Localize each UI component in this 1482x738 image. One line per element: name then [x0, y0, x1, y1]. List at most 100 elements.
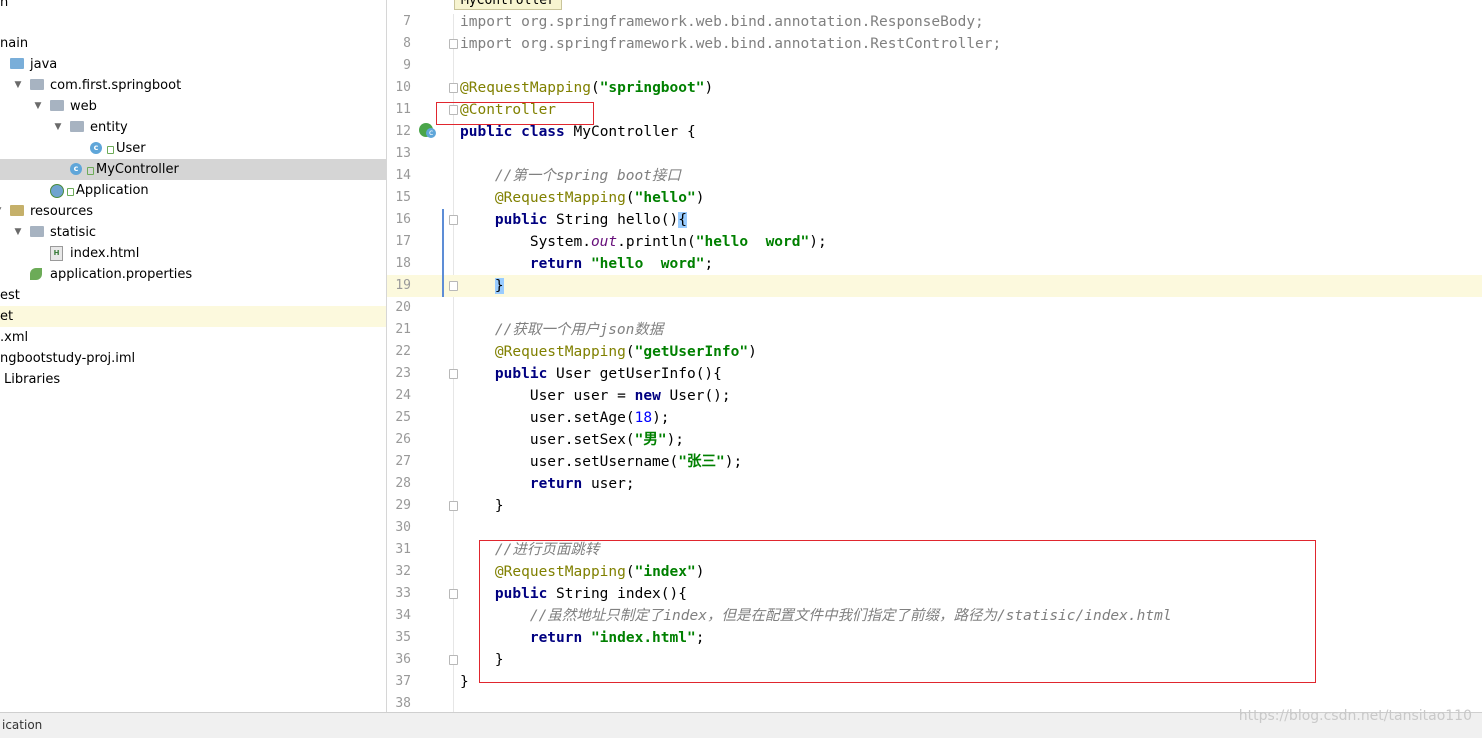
fold-marker-icon[interactable]: [449, 589, 458, 599]
watermark: https://blog.csdn.net/tansitao110: [1238, 708, 1472, 724]
tree-item-label: nain: [0, 36, 29, 51]
code-text: public String hello(){: [494, 212, 687, 228]
line-number: 11: [395, 102, 411, 117]
code-line[interactable]: 28 return user;: [387, 473, 1482, 495]
fold-marker-icon[interactable]: [449, 39, 458, 49]
fold-marker-icon[interactable]: [449, 501, 458, 511]
controller-annotation-highlight: [436, 102, 594, 125]
class-icon: c: [70, 163, 82, 175]
code-text: System.out.println("hello word");: [460, 234, 827, 250]
line-number: 24: [395, 388, 411, 403]
code-text: @RequestMapping("getUserInfo"): [494, 344, 757, 360]
code-line[interactable]: 17 System.out.println("hello word");: [387, 231, 1482, 253]
code-line[interactable]: 23 public User getUserInfo(){: [387, 363, 1482, 385]
expand-arrow-icon[interactable]: ▼: [12, 222, 24, 243]
expand-arrow-icon[interactable]: ▼: [52, 117, 64, 138]
tree-item-java[interactable]: java: [0, 54, 386, 75]
line-number: 34: [395, 608, 411, 623]
fold-marker-icon[interactable]: [449, 655, 458, 665]
line-number: 14: [395, 168, 411, 183]
line-number: 9: [403, 58, 411, 73]
source-folder-icon: [10, 58, 24, 69]
code-line[interactable]: 24 User user = new User();: [387, 385, 1482, 407]
line-number: 30: [395, 520, 411, 535]
fold-marker-icon[interactable]: [449, 281, 458, 291]
tree-item-libraries[interactable]: Libraries: [0, 369, 386, 390]
tree-item-label: MyController: [96, 162, 179, 177]
tree-item-mycontroller[interactable]: c MyController: [0, 159, 386, 180]
editor-tab-label[interactable]: MyController: [454, 0, 562, 10]
fold-marker-icon[interactable]: [449, 369, 458, 379]
code-line[interactable]: 9: [387, 55, 1482, 77]
tree-item-web[interactable]: ▼ web: [0, 96, 386, 117]
code-line[interactable]: 29 }: [387, 495, 1482, 517]
expand-arrow-icon[interactable]: ▼: [12, 75, 24, 96]
code-text: //获取一个用户json数据: [494, 322, 664, 338]
line-number: 10: [395, 80, 411, 95]
fold-marker-icon[interactable]: [449, 83, 458, 93]
tree-item-n[interactable]: n: [0, 0, 386, 13]
code-text: return "hello word";: [529, 256, 714, 272]
code-line[interactable]: 13: [387, 143, 1482, 165]
tree-item-label: Libraries: [4, 372, 61, 387]
line-number: 17: [395, 234, 411, 249]
code-line[interactable]: 19 }: [387, 275, 1482, 297]
tree-item-entity[interactable]: ▼ entity: [0, 117, 386, 138]
code-line[interactable]: 10 @RequestMapping("springboot"): [387, 77, 1482, 99]
tree-item-application[interactable]: Application: [0, 180, 386, 201]
code-text: @RequestMapping("springboot"): [460, 80, 714, 96]
code-line[interactable]: 20: [387, 297, 1482, 319]
code-line[interactable]: 27 user.setUsername("张三");: [387, 451, 1482, 473]
code-line[interactable]: 16 public String hello(){: [387, 209, 1482, 231]
expand-arrow-icon[interactable]: ▼: [0, 201, 4, 222]
line-number: 13: [395, 146, 411, 161]
line-number: 25: [395, 410, 411, 425]
code-line[interactable]: 30: [387, 517, 1482, 539]
resources-folder-icon: [10, 205, 24, 216]
code-line[interactable]: 15 @RequestMapping("hello"): [387, 187, 1482, 209]
status-text: ication: [2, 718, 43, 732]
tree-item-ngbootstudy-proj-iml[interactable]: ngbootstudy-proj.iml: [0, 348, 386, 369]
line-number: 8: [403, 36, 411, 51]
tree-item-label: com.first.springboot: [50, 78, 182, 93]
folder-icon: [30, 226, 44, 237]
tree-item-resources[interactable]: ▼ resources: [0, 201, 386, 222]
index-method-highlight: [479, 540, 1316, 683]
tree-item-et[interactable]: et: [0, 306, 386, 327]
tree-item-statisic[interactable]: ▼ statisic: [0, 222, 386, 243]
tree-item-com-first-springboot[interactable]: ▼ com.first.springboot: [0, 75, 386, 96]
line-number: 19: [395, 278, 411, 293]
code-text: import org.springframework.web.bind.anno…: [460, 36, 1002, 52]
tree-item-application-properties[interactable]: application.properties: [0, 264, 386, 285]
expand-arrow-icon[interactable]: ▼: [32, 96, 44, 117]
code-editor[interactable]: 7 import org.springframework.web.bind.ann…: [387, 14, 1482, 712]
tree-item-xml[interactable]: .xml: [0, 327, 386, 348]
code-text: User user = new User();: [460, 388, 731, 404]
code-line[interactable]: 14 //第一个spring boot接口: [387, 165, 1482, 187]
code-line[interactable]: 22 @RequestMapping("getUserInfo"): [387, 341, 1482, 363]
code-line[interactable]: 21 //获取一个用户json数据: [387, 319, 1482, 341]
tree-item-label: User: [116, 141, 146, 156]
package-icon: [30, 79, 44, 90]
access-icon: [107, 146, 114, 154]
project-tree[interactable]: n nain java ▼ com.first.springboot ▼ web ▼ entit…: [0, 0, 387, 712]
tree-item-label: est: [0, 288, 20, 303]
tree-item-label: n: [0, 0, 9, 10]
code-text: //第一个spring boot接口: [494, 168, 681, 184]
tree-item-index-html[interactable]: Hindex.html: [0, 243, 386, 264]
tree-item-user[interactable]: c User: [0, 138, 386, 159]
code-line[interactable]: 7 import org.springframework.web.bind.ann…: [387, 11, 1482, 33]
code-line[interactable]: 8 import org.springframework.web.bind.ann…: [387, 33, 1482, 55]
tree-item-nain[interactable]: nain: [0, 33, 386, 54]
fold-marker-icon[interactable]: [449, 215, 458, 225]
code-line[interactable]: 25 user.setAge(18);: [387, 407, 1482, 429]
line-number: 32: [395, 564, 411, 579]
tree-item-label: resources: [30, 204, 94, 219]
code-text: return user;: [529, 476, 635, 492]
code-line[interactable]: 18 return "hello word";: [387, 253, 1482, 275]
line-number: 21: [395, 322, 411, 337]
code-line[interactable]: 26 user.setSex("男");: [387, 429, 1482, 451]
spring-bean-gutter-icon[interactable]: [419, 123, 436, 138]
line-number: 23: [395, 366, 411, 381]
tree-item-est[interactable]: est: [0, 285, 386, 306]
